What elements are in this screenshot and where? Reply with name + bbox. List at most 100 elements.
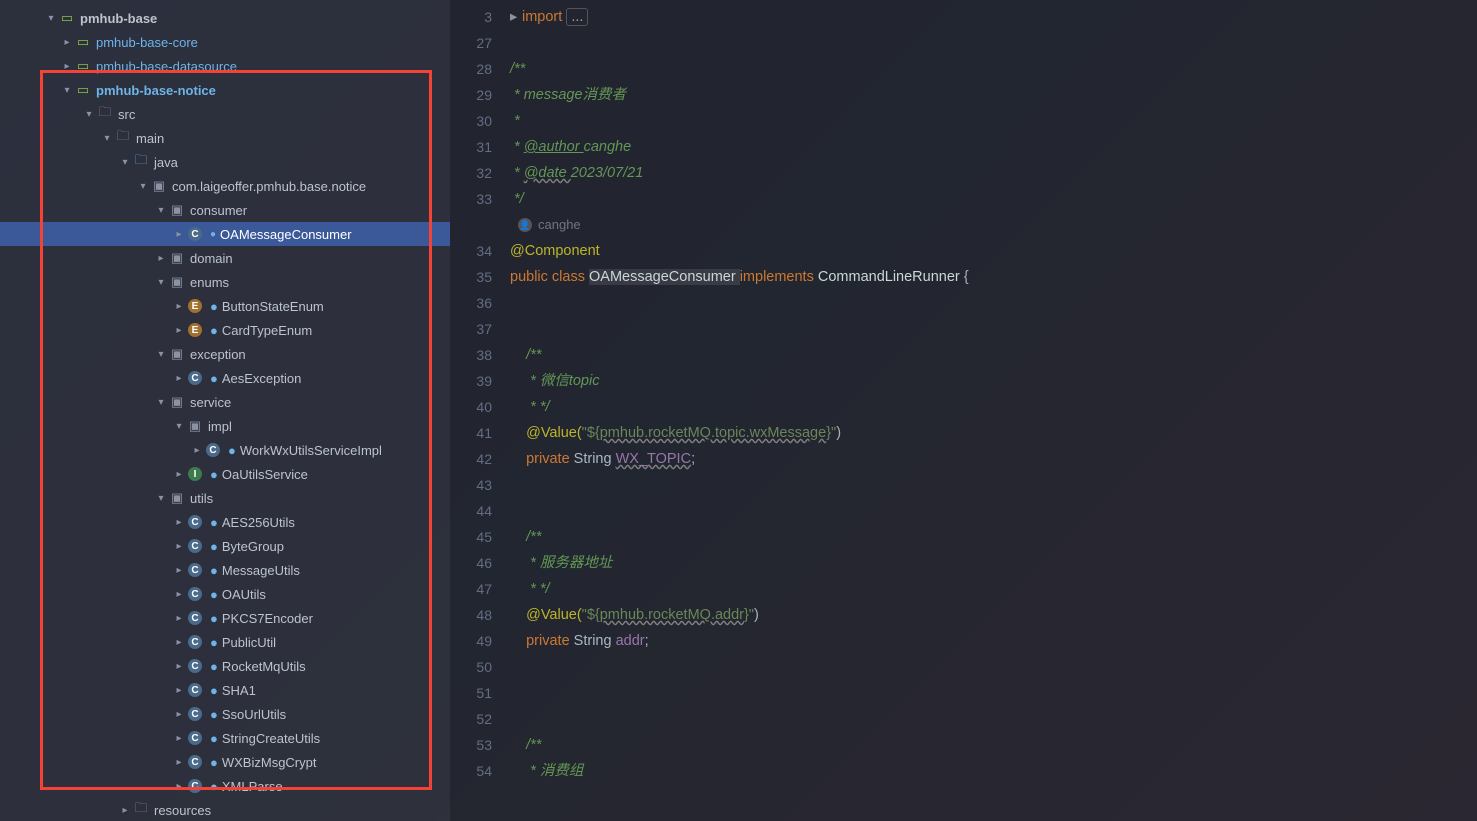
chevron-right-icon: ▸: [154, 253, 168, 264]
module-icon: ▭: [58, 10, 76, 26]
enum-icon: E: [186, 299, 204, 313]
class-icon: C: [186, 635, 204, 649]
modified-indicator-icon: ●: [228, 443, 236, 458]
modified-indicator-icon: ●: [210, 323, 218, 338]
tree-class-messageutils[interactable]: ▸C●MessageUtils: [0, 558, 450, 582]
avatar-icon: 👤: [518, 218, 532, 232]
tree-interface-oautilsservice[interactable]: ▸I●OaUtilsService: [0, 462, 450, 486]
tree-module-pmhub-base-notice[interactable]: ▾▭pmhub-base-notice: [0, 78, 450, 102]
chevron-right-icon: ▸: [172, 541, 186, 552]
class-icon: C: [186, 563, 204, 577]
module-icon: ▭: [74, 58, 92, 74]
tree-package-domain[interactable]: ▸▣domain: [0, 246, 450, 270]
package-icon: ▣: [168, 394, 186, 410]
modified-indicator-icon: ●: [210, 755, 218, 770]
class-icon: C: [186, 779, 204, 793]
folder-icon: 🗀: [96, 103, 114, 125]
modified-indicator-icon: ●: [210, 539, 218, 554]
class-icon: C: [186, 587, 204, 601]
fold-icon[interactable]: ▸: [510, 4, 522, 30]
chevron-right-icon: ▸: [118, 805, 132, 816]
chevron-right-icon: ▸: [172, 469, 186, 480]
package-icon: ▣: [168, 250, 186, 266]
class-icon: C: [186, 371, 204, 385]
modified-indicator-icon: ●: [210, 515, 218, 530]
chevron-down-icon: ▾: [154, 205, 168, 216]
project-tree-sidebar[interactable]: ▾▭pmhub-base ▸▭pmhub-base-core ▸▭pmhub-b…: [0, 0, 450, 821]
chevron-down-icon: ▾: [154, 277, 168, 288]
modified-indicator-icon: ●: [210, 731, 218, 746]
chevron-right-icon: ▸: [190, 445, 204, 456]
tree-class-sha1[interactable]: ▸C●SHA1: [0, 678, 450, 702]
tree-class-xmlparse[interactable]: ▸C●XMLParse: [0, 774, 450, 798]
module-icon: ▭: [74, 34, 92, 50]
chevron-down-icon: ▾: [60, 85, 74, 96]
package-icon: ▣: [168, 346, 186, 362]
chevron-down-icon: ▾: [154, 493, 168, 504]
tree-package-exception[interactable]: ▾▣exception: [0, 342, 450, 366]
tree-class-publicutil[interactable]: ▸C●PublicUtil: [0, 630, 450, 654]
tree-class-oamessageconsumer[interactable]: ▸C●OAMessageConsumer: [0, 222, 450, 246]
line-number-gutter: 3 27 28 29 30 31 32 33 34 35 36 37 38 39…: [450, 0, 510, 821]
class-icon: C: [186, 611, 204, 625]
tree-module-pmhub-base-datasource[interactable]: ▸▭pmhub-base-datasource: [0, 54, 450, 78]
modified-indicator-icon: ●: [210, 229, 216, 240]
chevron-right-icon: ▸: [172, 781, 186, 792]
code-content[interactable]: ▸import ... /** * message消费者 * * @author…: [510, 0, 1477, 821]
modified-indicator-icon: ●: [210, 659, 218, 674]
modified-indicator-icon: ●: [210, 299, 218, 314]
class-icon: C: [186, 755, 204, 769]
class-icon: C: [186, 683, 204, 697]
tree-package-consumer[interactable]: ▾▣consumer: [0, 198, 450, 222]
tree-package-impl[interactable]: ▾▣impl: [0, 414, 450, 438]
modified-indicator-icon: ●: [210, 635, 218, 650]
package-icon: ▣: [168, 490, 186, 506]
resources-folder-icon: 🗀: [132, 799, 150, 821]
source-folder-icon: 🗀: [132, 151, 150, 173]
tree-class-workwxutilsserviceimpl[interactable]: ▸C●WorkWxUtilsServiceImpl: [0, 438, 450, 462]
tree-class-ssourlutils[interactable]: ▸C●SsoUrlUtils: [0, 702, 450, 726]
tree-class-oautils[interactable]: ▸C●OAUtils: [0, 582, 450, 606]
class-icon: C: [186, 539, 204, 553]
tree-module-pmhub-base[interactable]: ▾▭pmhub-base: [0, 6, 450, 30]
tree-enum-cardtypeenum[interactable]: ▸E●CardTypeEnum: [0, 318, 450, 342]
tree-folder-src[interactable]: ▾🗀src: [0, 102, 450, 126]
tree-enum-buttonstateenum[interactable]: ▸E●ButtonStateEnum: [0, 294, 450, 318]
chevron-right-icon: ▸: [172, 613, 186, 624]
tree-class-rocketmqutils[interactable]: ▸C●RocketMqUtils: [0, 654, 450, 678]
chevron-right-icon: ▸: [60, 61, 74, 72]
author-inlay-hint: 👤canghe: [510, 212, 1477, 238]
modified-indicator-icon: ●: [210, 587, 218, 602]
package-icon: ▣: [168, 202, 186, 218]
tree-package-base-notice[interactable]: ▾▣com.laigeoffer.pmhub.base.notice: [0, 174, 450, 198]
enum-icon: E: [186, 323, 204, 337]
tree-package-utils[interactable]: ▾▣utils: [0, 486, 450, 510]
chevron-down-icon: ▾: [82, 109, 96, 120]
chevron-down-icon: ▾: [100, 133, 114, 144]
tree-module-pmhub-base-core[interactable]: ▸▭pmhub-base-core: [0, 30, 450, 54]
package-icon: ▣: [168, 274, 186, 290]
chevron-right-icon: ▸: [172, 685, 186, 696]
tree-class-aes256utils[interactable]: ▸C●AES256Utils: [0, 510, 450, 534]
modified-indicator-icon: ●: [210, 371, 218, 386]
chevron-down-icon: ▾: [154, 397, 168, 408]
tree-folder-main[interactable]: ▾🗀main: [0, 126, 450, 150]
interface-icon: I: [186, 467, 204, 481]
chevron-right-icon: ▸: [172, 661, 186, 672]
chevron-right-icon: ▸: [172, 589, 186, 600]
tree-class-stringcreateutils[interactable]: ▸C●StringCreateUtils: [0, 726, 450, 750]
tree-package-enums[interactable]: ▾▣enums: [0, 270, 450, 294]
chevron-down-icon: ▾: [118, 157, 132, 168]
tree-folder-resources[interactable]: ▸🗀resources: [0, 798, 450, 821]
tree-class-bytegroup[interactable]: ▸C●ByteGroup: [0, 534, 450, 558]
chevron-right-icon: ▸: [172, 229, 186, 240]
modified-indicator-icon: ●: [210, 683, 218, 698]
code-editor[interactable]: 3 27 28 29 30 31 32 33 34 35 36 37 38 39…: [450, 0, 1477, 821]
tree-folder-java[interactable]: ▾🗀java: [0, 150, 450, 174]
class-icon: C: [186, 659, 204, 673]
tree-package-service[interactable]: ▾▣service: [0, 390, 450, 414]
tree-class-pkcs7encoder[interactable]: ▸C●PKCS7Encoder: [0, 606, 450, 630]
chevron-right-icon: ▸: [172, 373, 186, 384]
tree-class-aesexception[interactable]: ▸C●AesException: [0, 366, 450, 390]
tree-class-wxbizmsgcrypt[interactable]: ▸C●WXBizMsgCrypt: [0, 750, 450, 774]
